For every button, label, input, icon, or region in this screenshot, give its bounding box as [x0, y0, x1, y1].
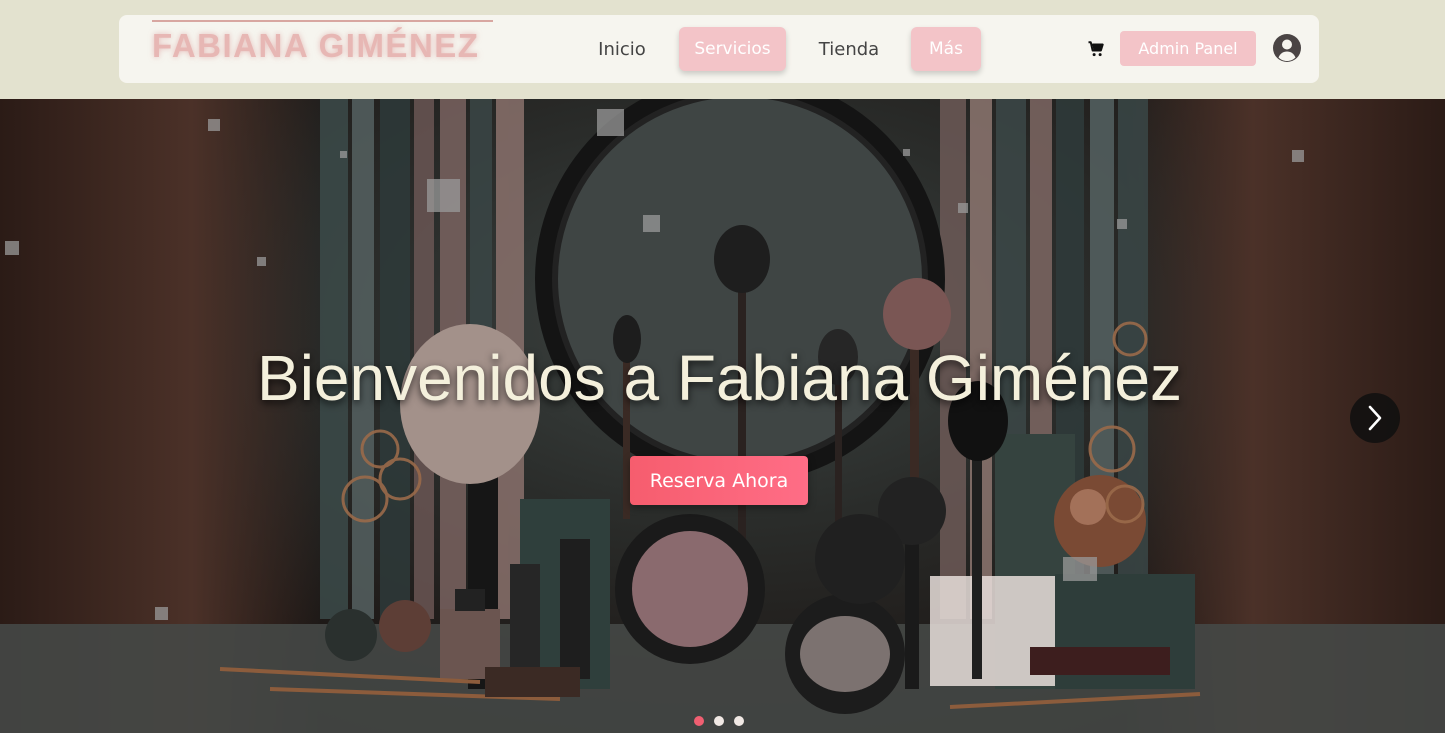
carousel-dot-3[interactable]: [734, 716, 744, 726]
navbar: FABIANA GIMÉNEZ Inicio Servicios Tienda …: [119, 15, 1319, 83]
nav-link-mas[interactable]: Más: [911, 27, 981, 71]
brand-logo[interactable]: FABIANA GIMÉNEZ: [152, 20, 493, 70]
carousel-dot-1[interactable]: [694, 716, 704, 726]
top-bar: FABIANA GIMÉNEZ Inicio Servicios Tienda …: [0, 0, 1445, 99]
carousel-next-button[interactable]: [1350, 393, 1400, 443]
reserve-now-button[interactable]: Reserva Ahora: [630, 456, 808, 505]
admin-panel-button[interactable]: Admin Panel: [1120, 31, 1256, 66]
carousel-dot-2[interactable]: [714, 716, 724, 726]
nav-link-servicios[interactable]: Servicios: [679, 27, 786, 71]
hero-title: Bienvenidos a Fabiana Giménez: [257, 342, 1182, 414]
hero-carousel: Bienvenidos a Fabiana Giménez Reserva Ah…: [0, 99, 1445, 733]
nav-link-inicio[interactable]: Inicio: [589, 27, 655, 71]
chevron-right-icon: [1368, 405, 1382, 431]
hero-background-image: [0, 99, 1445, 733]
carousel-indicators: [694, 716, 744, 726]
cart-icon[interactable]: [1087, 40, 1105, 58]
nav-link-tienda[interactable]: Tienda: [809, 27, 889, 71]
user-circle-icon[interactable]: [1272, 33, 1302, 63]
